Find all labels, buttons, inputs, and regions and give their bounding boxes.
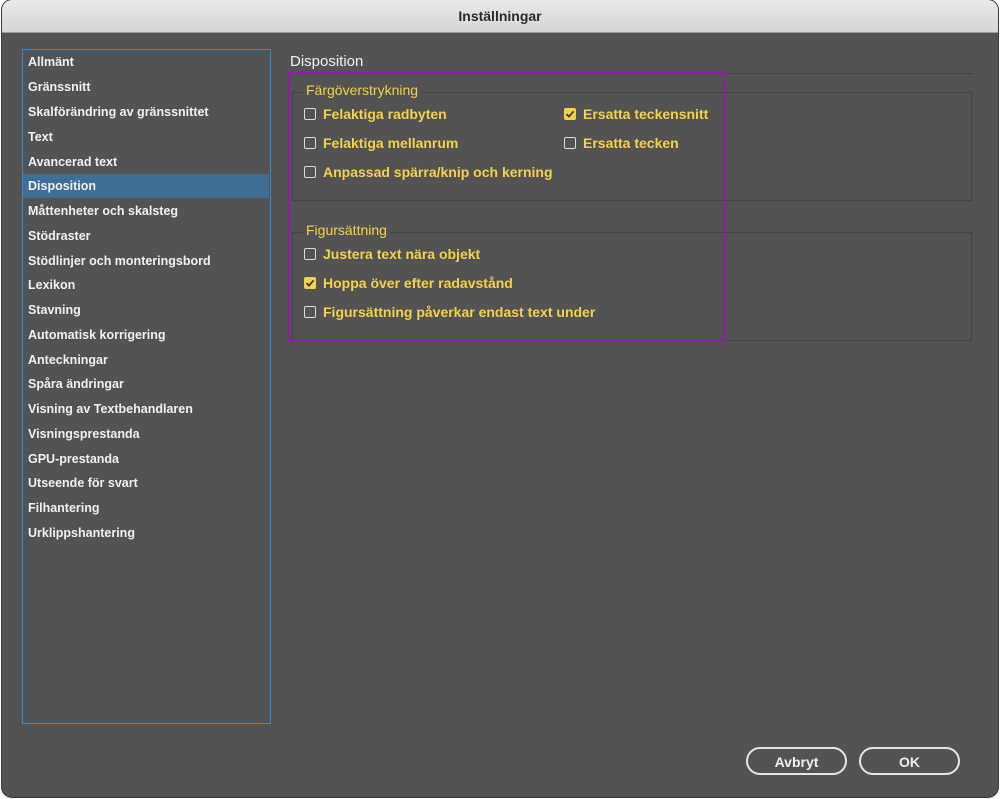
sidebar-item-notes[interactable]: Anteckningar xyxy=(23,348,269,372)
sidebar-item-ui-scaling[interactable]: Skalförändring av gränssnittet xyxy=(23,100,269,124)
section-title: Disposition xyxy=(290,53,364,70)
sidebar-item-interface[interactable]: Gränssnitt xyxy=(23,75,269,99)
sidebar-item-display-performance[interactable]: Visningsprestanda xyxy=(23,422,269,446)
annotation-box xyxy=(288,72,726,342)
sidebar-item-guides-pasteboard[interactable]: Stödlinjer och monteringsbord xyxy=(23,249,269,273)
sidebar-list[interactable]: Allmänt Gränssnitt Skalförändring av grä… xyxy=(22,49,271,724)
sidebar-item-grids[interactable]: Stödraster xyxy=(23,224,269,248)
sidebar-item-advanced-type[interactable]: Avancerad text xyxy=(23,150,269,174)
dialog-title: Inställningar xyxy=(2,0,998,33)
sidebar-item-clipboard-handling[interactable]: Urklippshantering xyxy=(23,521,269,545)
sidebar-item-dictionary[interactable]: Lexikon xyxy=(23,273,269,297)
sidebar-item-track-changes[interactable]: Spåra ändringar xyxy=(23,372,269,396)
sidebar-item-type[interactable]: Text xyxy=(23,125,269,149)
preferences-dialog: Inställningar Allmänt Gränssnitt Skalför… xyxy=(2,0,998,797)
sidebar-item-file-handling[interactable]: Filhantering xyxy=(23,496,269,520)
sidebar-item-spelling[interactable]: Stavning xyxy=(23,298,269,322)
sidebar-item-appearance-of-black[interactable]: Utseende för svart xyxy=(23,471,269,495)
cancel-button[interactable]: Avbryt xyxy=(746,747,847,775)
sidebar-item-composition[interactable]: Disposition xyxy=(23,174,269,198)
sidebar-item-units-increments[interactable]: Måttenheter och skalsteg xyxy=(23,199,269,223)
sidebar-item-general[interactable]: Allmänt xyxy=(23,50,269,74)
sidebar-item-autocorrect[interactable]: Automatisk korrigering xyxy=(23,323,269,347)
sidebar-item-gpu-performance[interactable]: GPU-prestanda xyxy=(23,447,269,471)
sidebar-item-story-editor-display[interactable]: Visning av Textbehandlaren xyxy=(23,397,269,421)
ok-button[interactable]: OK xyxy=(859,747,960,775)
